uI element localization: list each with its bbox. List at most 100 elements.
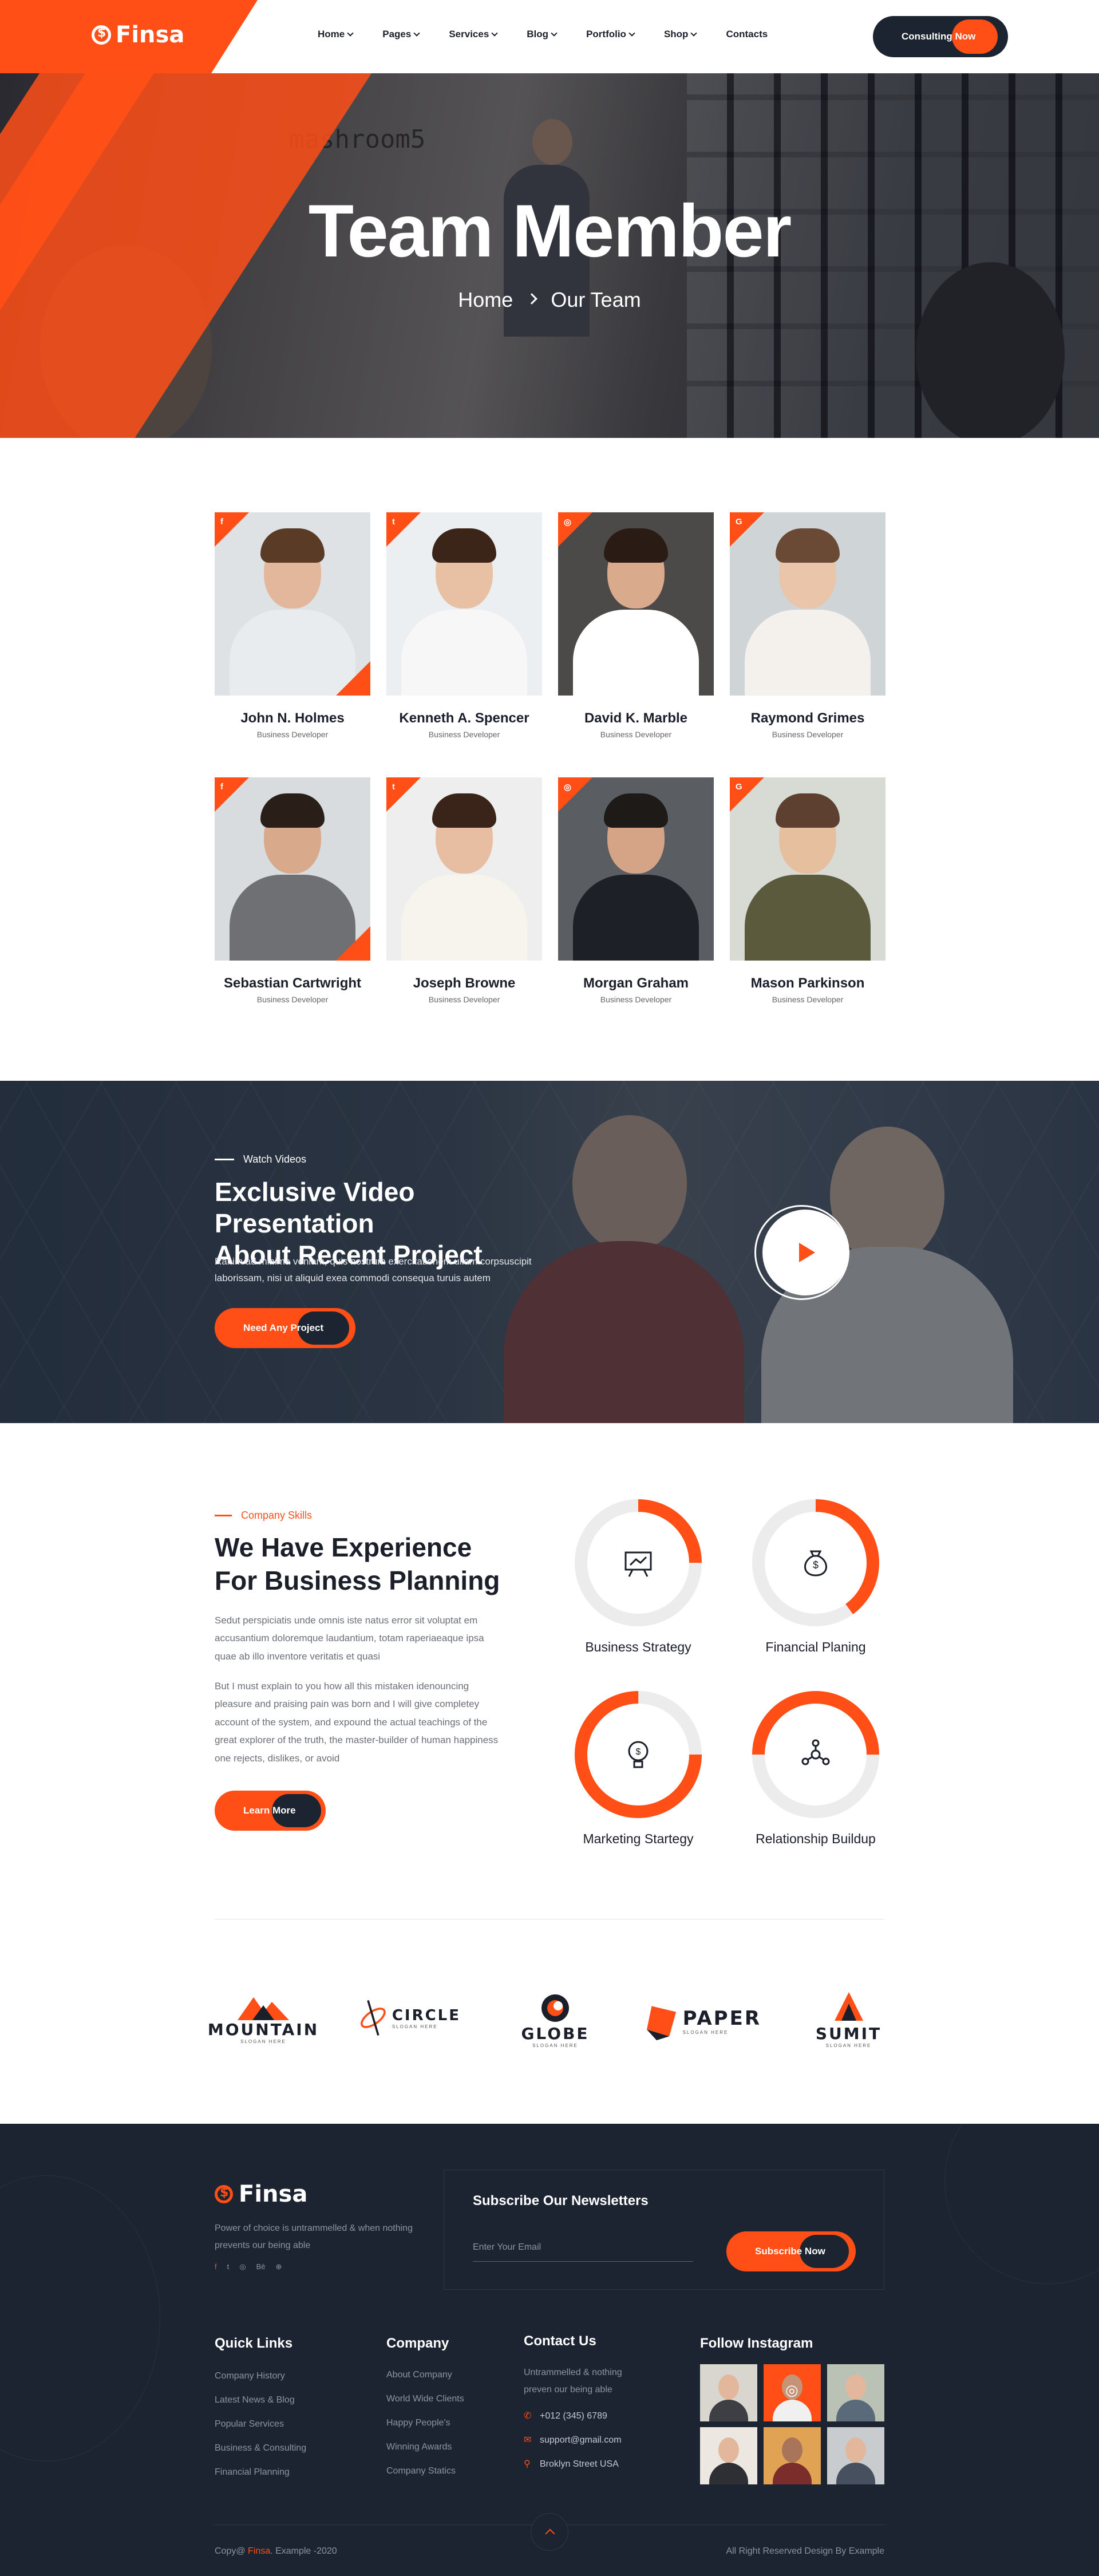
footer-link[interactable]: Financial Planning — [215, 2460, 306, 2484]
video-title-line1: Exclusive Video Presentation — [215, 1177, 415, 1239]
contact-phone[interactable]: ✆ +012 (345) 6789 — [524, 2404, 622, 2428]
team-member-photo[interactable]: G — [730, 512, 885, 696]
team-member-photo[interactable]: ◎ — [558, 512, 714, 696]
instagram-photo[interactable] — [827, 2364, 884, 2421]
play-video-button[interactable] — [762, 1210, 848, 1295]
footer-link[interactable]: Business & Consulting — [215, 2436, 306, 2460]
team-member-role: Business Developer — [600, 730, 672, 739]
team-member-name[interactable]: Kenneth A. Spencer — [386, 710, 542, 726]
instagram-photo[interactable] — [827, 2427, 884, 2484]
footer-social: f t ◎ Bē ⊕ — [215, 2262, 282, 2271]
globe-logo-icon — [541, 1994, 569, 2022]
learn-more-button[interactable]: Learn More — [215, 1791, 326, 1831]
team-member-photo[interactable]: t — [386, 512, 542, 696]
team-member-card[interactable]: f John N. Holmes Business Developer — [215, 512, 370, 739]
behance-icon[interactable]: Bē — [256, 2262, 266, 2271]
brand-name: PAPER — [682, 2006, 761, 2030]
team-member-photo[interactable]: G — [730, 777, 885, 961]
footer-logo[interactable]: Finsa — [215, 2181, 307, 2207]
team-member-photo[interactable]: f — [215, 777, 370, 961]
copyright-suffix: . Example -2020 — [270, 2546, 337, 2556]
team-member-role: Business Developer — [428, 730, 500, 739]
team-member-name[interactable]: Morgan Graham — [558, 975, 714, 991]
footer-link[interactable]: Happy People's — [386, 2411, 464, 2435]
team-member-card[interactable]: G Mason Parkinson Business Developer — [730, 777, 885, 1004]
brand-slogan: SLOGAN HERE — [240, 2039, 286, 2044]
skills-paragraph-1: Sedut perspiciatis unde omnis iste natus… — [215, 1615, 484, 1662]
nav-contacts[interactable]: Contacts — [726, 29, 768, 40]
team-member-card[interactable]: ◎ David K. Marble Business Developer — [558, 512, 714, 739]
footer-link[interactable]: Popular Services — [215, 2412, 306, 2436]
newsletter-title: Subscribe Our Newsletters — [473, 2193, 649, 2208]
scroll-to-top-button[interactable] — [531, 2513, 568, 2551]
team-member-name[interactable]: David K. Marble — [558, 710, 714, 726]
footer-link[interactable]: Company Statics — [386, 2459, 464, 2483]
skill-item: Relationship Buildup — [730, 1686, 902, 1847]
team-member-card[interactable]: G Raymond Grimes Business Developer — [730, 512, 885, 739]
consulting-now-button[interactable]: Consulting Now — [873, 16, 1008, 57]
skills-tag: Company Skills — [215, 1510, 312, 1522]
team-member-role: Business Developer — [772, 995, 844, 1004]
brand-globe: GLOBE SLOGAN HERE — [521, 1992, 590, 2048]
footer-link[interactable]: Winning Awards — [386, 2435, 464, 2459]
skill-progress-ring — [752, 1691, 879, 1818]
team-member-name[interactable]: John N. Holmes — [215, 710, 370, 726]
nav-portfolio[interactable]: Portfolio — [586, 29, 635, 40]
brand-slogan: SLOGAN HERE — [825, 2043, 872, 2048]
brand-name: CIRCLE — [392, 2006, 461, 2024]
chevron-down-icon — [491, 30, 498, 37]
instagram-photo[interactable] — [764, 2427, 821, 2484]
team-member-name[interactable]: Sebastian Cartwright — [215, 975, 370, 991]
team-member-photo[interactable]: f — [215, 512, 370, 696]
footer-link[interactable]: Latest News & Blog — [215, 2388, 306, 2412]
newsletter-email-input[interactable] — [473, 2233, 693, 2262]
facebook-icon[interactable]: f — [215, 2262, 217, 2271]
breadcrumb-current: Our Team — [551, 288, 641, 311]
copyright-brand: Finsa — [248, 2546, 271, 2556]
company-title: Company — [386, 2336, 449, 2351]
brand-sumit: SUMIT SLOGAN HERE — [813, 1992, 884, 2048]
circle-logo-icon — [361, 2000, 386, 2036]
brand-name: GLOBE — [521, 2024, 590, 2043]
skills-paragraph-2: But I must explain to you how all this m… — [215, 1681, 499, 1764]
team-member-name[interactable]: Raymond Grimes — [730, 710, 885, 726]
brand-slogan: SLOGAN HERE — [532, 2043, 578, 2048]
nav-home[interactable]: Home — [318, 29, 354, 40]
nav-pages[interactable]: Pages — [382, 29, 420, 40]
nav-blog-label: Blog — [527, 29, 549, 39]
brand-text: PAPER SLOGAN HERE — [683, 2007, 761, 2035]
team-member-photo[interactable]: ◎ — [558, 777, 714, 961]
subscribe-button[interactable]: Subscribe Now — [726, 2231, 856, 2271]
brand-text: CIRCLE SLOGAN HERE — [392, 2007, 461, 2029]
footer-link[interactable]: About Company — [386, 2363, 464, 2387]
team-member-card[interactable]: t Joseph Browne Business Developer — [386, 777, 542, 1004]
team-member-photo[interactable]: t — [386, 777, 542, 961]
dribbble-icon[interactable]: ⊕ — [276, 2262, 282, 2271]
nav-services[interactable]: Services — [449, 29, 498, 40]
team-member-card[interactable]: ◎ Morgan Graham Business Developer — [558, 777, 714, 1004]
twitter-icon[interactable]: t — [227, 2262, 230, 2271]
instagram-photo[interactable] — [700, 2427, 757, 2484]
need-project-button[interactable]: Need Any Project — [215, 1308, 355, 1348]
site-logo[interactable]: Finsa — [92, 22, 184, 48]
brand-circle: CIRCLE SLOGAN HERE — [358, 1995, 461, 2041]
footer-link[interactable]: Company History — [215, 2364, 306, 2388]
nav-blog[interactable]: Blog — [527, 29, 558, 40]
breadcrumb-home[interactable]: Home — [458, 288, 513, 312]
team-member-name[interactable]: Mason Parkinson — [730, 975, 885, 991]
team-member-name[interactable]: Joseph Browne — [386, 975, 542, 991]
company-links-list: About Company World Wide Clients Happy P… — [386, 2363, 464, 2483]
instagram-photo[interactable]: ◎ — [764, 2364, 821, 2421]
footer-link[interactable]: World Wide Clients — [386, 2387, 464, 2411]
nav-shop[interactable]: Shop — [664, 29, 698, 40]
team-member-card[interactable]: t Kenneth A. Spencer Business Developer — [386, 512, 542, 739]
contact-email[interactable]: ✉ support@gmail.com — [524, 2428, 622, 2452]
instagram-photo[interactable] — [700, 2364, 757, 2421]
site-footer: Finsa Power of choice is untrammelled & … — [0, 2124, 1099, 2576]
skill-progress-ring — [575, 1499, 702, 1626]
video-tag-label: Watch Videos — [243, 1153, 307, 1165]
brand-slogan: SLOGAN HERE — [682, 2029, 729, 2035]
team-member-card[interactable]: f Sebastian Cartwright Business Developer — [215, 777, 370, 1004]
instagram-icon[interactable]: ◎ — [239, 2262, 246, 2271]
lightbulb-dollar-icon: $ — [628, 1741, 649, 1768]
